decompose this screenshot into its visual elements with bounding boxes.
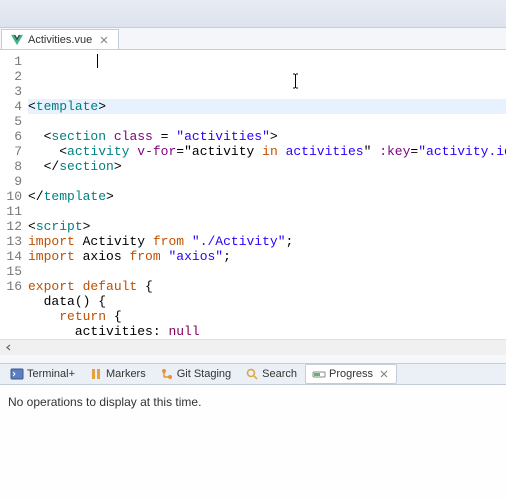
tab-search[interactable]: Search bbox=[239, 365, 303, 383]
line-number: 2 bbox=[0, 69, 24, 84]
code-line[interactable]: <template> bbox=[28, 99, 506, 114]
separator bbox=[0, 355, 506, 363]
line-number: 3 bbox=[0, 84, 24, 99]
code-line[interactable] bbox=[28, 174, 506, 189]
tab-label: Progress bbox=[329, 368, 373, 380]
line-gutter: 12345678910111213141516 bbox=[0, 50, 24, 339]
line-number: 16 bbox=[0, 279, 24, 294]
code-line[interactable]: import Activity from "./Activity"; bbox=[28, 234, 506, 249]
close-icon[interactable] bbox=[98, 34, 110, 46]
close-icon[interactable] bbox=[378, 368, 390, 380]
code-line[interactable]: </template> bbox=[28, 189, 506, 204]
progress-icon bbox=[312, 367, 326, 381]
code-editor[interactable]: 12345678910111213141516 <template> <sect… bbox=[0, 50, 506, 339]
progress-message: No operations to display at this time. bbox=[8, 395, 201, 409]
editor-tab-bar: Activities.vue bbox=[0, 28, 506, 50]
tab-gitstaging[interactable]: Git Staging bbox=[154, 365, 237, 383]
code-line[interactable] bbox=[28, 264, 506, 279]
markers-icon bbox=[89, 367, 103, 381]
code-line[interactable]: activities: null bbox=[28, 324, 506, 339]
line-number: 11 bbox=[0, 204, 24, 219]
code-line[interactable]: data() { bbox=[28, 294, 506, 309]
line-number: 4 bbox=[0, 99, 24, 114]
toolbar bbox=[0, 0, 506, 28]
line-number: 15 bbox=[0, 264, 24, 279]
gitstaging-icon bbox=[160, 367, 174, 381]
tab-terminal[interactable]: Terminal+ bbox=[4, 365, 81, 383]
line-number: 14 bbox=[0, 249, 24, 264]
tab-progress[interactable]: Progress bbox=[305, 364, 397, 384]
line-number: 5 bbox=[0, 114, 24, 129]
code-line[interactable]: return { bbox=[28, 309, 506, 324]
tab-filename: Activities.vue bbox=[28, 34, 92, 46]
line-number: 1 bbox=[0, 54, 24, 69]
line-number: 12 bbox=[0, 219, 24, 234]
bottom-tab-bar: Terminal+ Markers Git Staging Search Progres… bbox=[0, 363, 506, 385]
tab-label: Search bbox=[262, 368, 297, 380]
code-line[interactable]: export default { bbox=[28, 279, 506, 294]
line-number: 9 bbox=[0, 174, 24, 189]
progress-panel: No operations to display at this time. bbox=[0, 385, 506, 500]
code-line[interactable] bbox=[28, 114, 506, 129]
code-line[interactable]: import axios from "axios"; bbox=[28, 249, 506, 264]
line-number: 8 bbox=[0, 159, 24, 174]
editor-tab-activities[interactable]: Activities.vue bbox=[1, 29, 119, 49]
code-line[interactable] bbox=[28, 204, 506, 219]
code-line[interactable]: </section> bbox=[28, 159, 506, 174]
tab-label: Markers bbox=[106, 368, 146, 380]
tab-label: Git Staging bbox=[177, 368, 231, 380]
search-icon bbox=[245, 367, 259, 381]
line-number: 10 bbox=[0, 189, 24, 204]
code-area[interactable]: <template> <section class = "activities"… bbox=[24, 50, 506, 339]
line-number: 6 bbox=[0, 129, 24, 144]
code-line[interactable]: <activity v-for="activity in activities"… bbox=[28, 144, 506, 159]
vue-icon bbox=[10, 34, 24, 46]
terminal-icon bbox=[10, 367, 24, 381]
scroll-left-icon[interactable] bbox=[0, 340, 16, 356]
line-number: 7 bbox=[0, 144, 24, 159]
tab-label: Terminal+ bbox=[27, 368, 75, 380]
code-line[interactable]: <section class = "activities"> bbox=[28, 129, 506, 144]
horizontal-scrollbar[interactable] bbox=[0, 339, 506, 355]
line-number: 13 bbox=[0, 234, 24, 249]
code-line[interactable]: <script> bbox=[28, 219, 506, 234]
tab-markers[interactable]: Markers bbox=[83, 365, 152, 383]
caret bbox=[97, 54, 98, 68]
